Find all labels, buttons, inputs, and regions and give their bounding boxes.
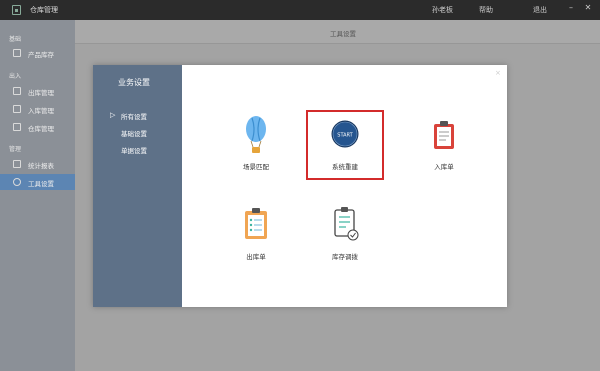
sidebar-item-label: 工具设置: [28, 180, 54, 188]
business-settings-dialog: 业务设置 ▷ 所有设置 基础设置 单据设置 × 场景匹配 START 系统重建: [93, 65, 507, 307]
sidebar-group-inout: 出入: [9, 73, 22, 80]
clipboard-icon: [434, 121, 454, 149]
sidebar-item-label: 出库管理: [28, 89, 54, 97]
sidebar-item-reports[interactable]: 统计报表: [0, 156, 75, 172]
start-icon-text: START: [337, 133, 353, 139]
sidebar-item-outbound[interactable]: 出库管理: [0, 83, 75, 99]
gear-icon: [13, 178, 21, 186]
tile-scene-match[interactable]: 场景匹配: [219, 112, 293, 178]
tile-outbound-order[interactable]: 出库单: [219, 202, 293, 268]
logout-menu[interactable]: 退出: [533, 5, 547, 15]
sidebar-item-warehouse[interactable]: 仓库管理: [0, 119, 75, 135]
app-logo-icon: [12, 5, 21, 15]
minimize-button[interactable]: –: [566, 3, 576, 13]
dialog-nav-all-settings[interactable]: 所有设置: [121, 111, 147, 121]
sidebar-item-label: 产品库存: [28, 51, 54, 59]
sidebar-group-basic: 基础: [9, 36, 22, 43]
tile-label: 场景匹配: [243, 163, 269, 171]
sidebar-group-manage: 管理: [9, 146, 22, 153]
sidebar-item-inventory[interactable]: 产品库存: [0, 45, 75, 61]
sidebar-item-label: 入库管理: [28, 107, 54, 115]
clipboard-check-icon: [334, 207, 359, 241]
content-header: 工具设置: [75, 20, 600, 44]
close-window-button[interactable]: ✕: [583, 3, 593, 13]
sidebar-item-tools[interactable]: 工具设置: [0, 174, 75, 190]
tile-stock-transfer[interactable]: 库存调拨: [308, 202, 382, 268]
warehouse-icon: [13, 123, 21, 131]
sidebar-item-label: 统计报表: [28, 162, 54, 170]
page-title: 工具设置: [330, 30, 356, 38]
tile-label: 库存调拨: [332, 253, 358, 261]
dialog-nav-document-settings[interactable]: 单据设置: [121, 145, 147, 155]
import-icon: [13, 105, 21, 113]
balloon-icon: [246, 116, 266, 153]
dialog-close-button[interactable]: ×: [495, 69, 501, 77]
title-bar: 仓库管理 孙老板 帮助 退出 – ✕: [0, 0, 600, 20]
export-icon: [13, 87, 21, 95]
triangle-right-icon: ▷: [110, 111, 116, 119]
dialog-title: 业务设置: [118, 78, 150, 87]
checklist-clipboard-icon: [245, 208, 267, 239]
chart-icon: [13, 160, 21, 168]
tile-inbound-order[interactable]: 入库单: [407, 112, 481, 178]
help-menu[interactable]: 帮助: [479, 5, 493, 15]
sidebar-item-label: 仓库管理: [28, 125, 54, 133]
app-title: 仓库管理: [30, 6, 58, 14]
tile-label: 出库单: [246, 253, 266, 261]
user-menu[interactable]: 孙老板: [432, 5, 453, 15]
sidebar-item-inbound[interactable]: 入库管理: [0, 101, 75, 117]
tile-label: 入库单: [434, 163, 454, 171]
tile-label: 系统重建: [332, 163, 358, 171]
box-icon: [13, 49, 21, 57]
dialog-nav-basic-settings[interactable]: 基础设置: [121, 128, 147, 138]
dialog-nav-panel: 业务设置 ▷ 所有设置 基础设置 单据设置: [93, 65, 182, 307]
tile-system-rebuild[interactable]: START 系统重建: [306, 110, 384, 180]
start-icon: START: [331, 120, 359, 148]
sidebar: 基础 产品库存 出入 出库管理 入库管理 仓库管理 管理 统计报表 工具设置: [0, 20, 75, 371]
